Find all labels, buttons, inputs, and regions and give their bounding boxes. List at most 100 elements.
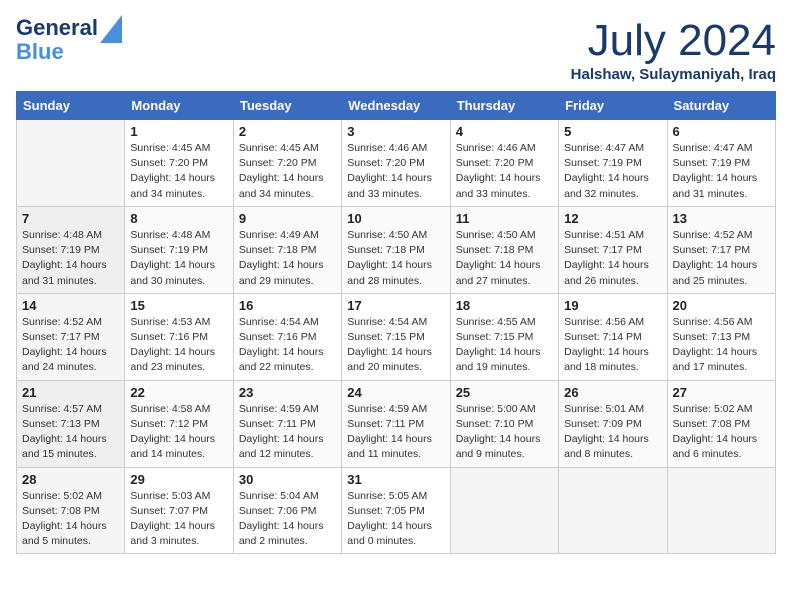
- day-info: Sunrise: 4:56 AMSunset: 7:13 PMDaylight:…: [673, 315, 770, 376]
- day-cell: 27Sunrise: 5:02 AMSunset: 7:08 PMDayligh…: [667, 380, 775, 467]
- week-row-1: 1 Sunrise: 4:45 AMSunset: 7:20 PMDaylight…: [17, 120, 776, 207]
- day-cell: 30 Sunrise: 5:04 AMSunset: 7:06 PMDayligh…: [233, 467, 341, 554]
- day-info: Sunrise: 4:55 AMSunset: 7:15 PMDaylight:…: [456, 315, 553, 376]
- day-number: 29: [130, 472, 227, 487]
- day-cell: 16Sunrise: 4:54 AMSunset: 7:16 PMDayligh…: [233, 293, 341, 380]
- day-info: Sunrise: 5:02 AMSunset: 7:08 PMDaylight:…: [673, 402, 770, 463]
- weekday-header-saturday: Saturday: [667, 92, 775, 120]
- day-number: 13: [673, 211, 770, 226]
- day-info: Sunrise: 4:59 AMSunset: 7:11 PMDaylight:…: [347, 402, 444, 463]
- day-number: 12: [564, 211, 661, 226]
- day-cell: 19 Sunrise: 4:56 AMSunset: 7:14 PMDayligh…: [559, 293, 667, 380]
- day-number: 14: [22, 298, 119, 313]
- day-number: 8: [130, 211, 227, 226]
- week-row-2: 7 Sunrise: 4:48 AMSunset: 7:19 PMDaylight…: [17, 206, 776, 293]
- day-info: Sunrise: 4:45 AMSunset: 7:20 PMDaylight:…: [130, 141, 227, 202]
- day-number: 10: [347, 211, 444, 226]
- day-number: 17: [347, 298, 444, 313]
- day-cell: 3Sunrise: 4:46 AMSunset: 7:20 PMDaylight…: [342, 120, 450, 207]
- weekday-header-thursday: Thursday: [450, 92, 558, 120]
- day-info: Sunrise: 4:48 AMSunset: 7:19 PMDaylight:…: [130, 228, 227, 289]
- day-number: 7: [22, 211, 119, 226]
- day-info: Sunrise: 4:52 AMSunset: 7:17 PMDaylight:…: [22, 315, 119, 376]
- day-number: 24: [347, 385, 444, 400]
- day-number: 21: [22, 385, 119, 400]
- day-cell: 11Sunrise: 4:50 AMSunset: 7:18 PMDayligh…: [450, 206, 558, 293]
- day-cell: 2 Sunrise: 4:45 AMSunset: 7:20 PMDaylight…: [233, 120, 341, 207]
- day-info: Sunrise: 4:57 AMSunset: 7:13 PMDaylight:…: [22, 402, 119, 463]
- day-info: Sunrise: 4:50 AMSunset: 7:18 PMDaylight:…: [456, 228, 553, 289]
- day-info: Sunrise: 4:54 AMSunset: 7:16 PMDaylight:…: [239, 315, 336, 376]
- day-cell: 5 Sunrise: 4:47 AMSunset: 7:19 PMDaylight…: [559, 120, 667, 207]
- weekday-header-tuesday: Tuesday: [233, 92, 341, 120]
- title-block: July 2024 Halshaw, Sulaymaniyah, Iraq: [571, 16, 776, 83]
- day-number: 30: [239, 472, 336, 487]
- day-cell: [667, 467, 775, 554]
- day-info: Sunrise: 4:48 AMSunset: 7:19 PMDaylight:…: [22, 228, 119, 289]
- day-cell: 26 Sunrise: 5:01 AMSunset: 7:09 PMDayligh…: [559, 380, 667, 467]
- day-info: Sunrise: 4:58 AMSunset: 7:12 PMDaylight:…: [130, 402, 227, 463]
- day-number: 19: [564, 298, 661, 313]
- day-number: 2: [239, 124, 336, 139]
- calendar-header-row: SundayMondayTuesdayWednesdayThursdayFrid…: [17, 92, 776, 120]
- day-number: 9: [239, 211, 336, 226]
- day-info: Sunrise: 5:00 AMSunset: 7:10 PMDaylight:…: [456, 402, 553, 463]
- week-row-5: 28Sunrise: 5:02 AMSunset: 7:08 PMDayligh…: [17, 467, 776, 554]
- day-number: 15: [130, 298, 227, 313]
- day-cell: 7 Sunrise: 4:48 AMSunset: 7:19 PMDaylight…: [17, 206, 125, 293]
- day-number: 6: [673, 124, 770, 139]
- day-info: Sunrise: 4:54 AMSunset: 7:15 PMDaylight:…: [347, 315, 444, 376]
- day-cell: [559, 467, 667, 554]
- day-cell: 31Sunrise: 5:05 AMSunset: 7:05 PMDayligh…: [342, 467, 450, 554]
- day-cell: 28Sunrise: 5:02 AMSunset: 7:08 PMDayligh…: [17, 467, 125, 554]
- location-subtitle: Halshaw, Sulaymaniyah, Iraq: [571, 66, 776, 83]
- logo-triangle-icon: [100, 15, 122, 48]
- day-info: Sunrise: 4:56 AMSunset: 7:14 PMDaylight:…: [564, 315, 661, 376]
- day-cell: 17 Sunrise: 4:54 AMSunset: 7:15 PMDayligh…: [342, 293, 450, 380]
- day-info: Sunrise: 4:53 AMSunset: 7:16 PMDaylight:…: [130, 315, 227, 376]
- day-cell: 15 Sunrise: 4:53 AMSunset: 7:16 PMDayligh…: [125, 293, 233, 380]
- day-cell: 4 Sunrise: 4:46 AMSunset: 7:20 PMDaylight…: [450, 120, 558, 207]
- day-number: 5: [564, 124, 661, 139]
- day-info: Sunrise: 5:03 AMSunset: 7:07 PMDaylight:…: [130, 489, 227, 550]
- day-info: Sunrise: 4:45 AMSunset: 7:20 PMDaylight:…: [239, 141, 336, 202]
- day-cell: 20Sunrise: 4:56 AMSunset: 7:13 PMDayligh…: [667, 293, 775, 380]
- day-cell: 24 Sunrise: 4:59 AMSunset: 7:11 PMDayligh…: [342, 380, 450, 467]
- week-row-4: 21 Sunrise: 4:57 AMSunset: 7:13 PMDayligh…: [17, 380, 776, 467]
- day-cell: 8 Sunrise: 4:48 AMSunset: 7:19 PMDaylight…: [125, 206, 233, 293]
- day-cell: 10 Sunrise: 4:50 AMSunset: 7:18 PMDayligh…: [342, 206, 450, 293]
- day-info: Sunrise: 4:50 AMSunset: 7:18 PMDaylight:…: [347, 228, 444, 289]
- day-cell: 6Sunrise: 4:47 AMSunset: 7:19 PMDaylight…: [667, 120, 775, 207]
- day-info: Sunrise: 5:02 AMSunset: 7:08 PMDaylight:…: [22, 489, 119, 550]
- day-info: Sunrise: 4:51 AMSunset: 7:17 PMDaylight:…: [564, 228, 661, 289]
- weekday-header-friday: Friday: [559, 92, 667, 120]
- day-number: 22: [130, 385, 227, 400]
- day-cell: 23 Sunrise: 4:59 AMSunset: 7:11 PMDayligh…: [233, 380, 341, 467]
- day-info: Sunrise: 5:04 AMSunset: 7:06 PMDaylight:…: [239, 489, 336, 550]
- weekday-header-wednesday: Wednesday: [342, 92, 450, 120]
- day-cell: 9 Sunrise: 4:49 AMSunset: 7:18 PMDaylight…: [233, 206, 341, 293]
- weekday-header-sunday: Sunday: [17, 92, 125, 120]
- day-number: 26: [564, 385, 661, 400]
- day-info: Sunrise: 4:46 AMSunset: 7:20 PMDaylight:…: [347, 141, 444, 202]
- day-cell: 18 Sunrise: 4:55 AMSunset: 7:15 PMDayligh…: [450, 293, 558, 380]
- day-cell: 21 Sunrise: 4:57 AMSunset: 7:13 PMDayligh…: [17, 380, 125, 467]
- day-number: 18: [456, 298, 553, 313]
- day-info: Sunrise: 5:05 AMSunset: 7:05 PMDaylight:…: [347, 489, 444, 550]
- day-cell: 14 Sunrise: 4:52 AMSunset: 7:17 PMDayligh…: [17, 293, 125, 380]
- day-info: Sunrise: 4:47 AMSunset: 7:19 PMDaylight:…: [564, 141, 661, 202]
- day-cell: 25Sunrise: 5:00 AMSunset: 7:10 PMDayligh…: [450, 380, 558, 467]
- day-cell: 12 Sunrise: 4:51 AMSunset: 7:17 PMDayligh…: [559, 206, 667, 293]
- week-row-3: 14 Sunrise: 4:52 AMSunset: 7:17 PMDayligh…: [17, 293, 776, 380]
- day-info: Sunrise: 5:01 AMSunset: 7:09 PMDaylight:…: [564, 402, 661, 463]
- day-info: Sunrise: 4:59 AMSunset: 7:11 PMDaylight:…: [239, 402, 336, 463]
- day-number: 23: [239, 385, 336, 400]
- day-cell: [450, 467, 558, 554]
- day-cell: [17, 120, 125, 207]
- day-info: Sunrise: 4:49 AMSunset: 7:18 PMDaylight:…: [239, 228, 336, 289]
- weekday-header-monday: Monday: [125, 92, 233, 120]
- day-info: Sunrise: 4:46 AMSunset: 7:20 PMDaylight:…: [456, 141, 553, 202]
- day-number: 1: [130, 124, 227, 139]
- calendar-table: SundayMondayTuesdayWednesdayThursdayFrid…: [16, 91, 776, 554]
- day-number: 4: [456, 124, 553, 139]
